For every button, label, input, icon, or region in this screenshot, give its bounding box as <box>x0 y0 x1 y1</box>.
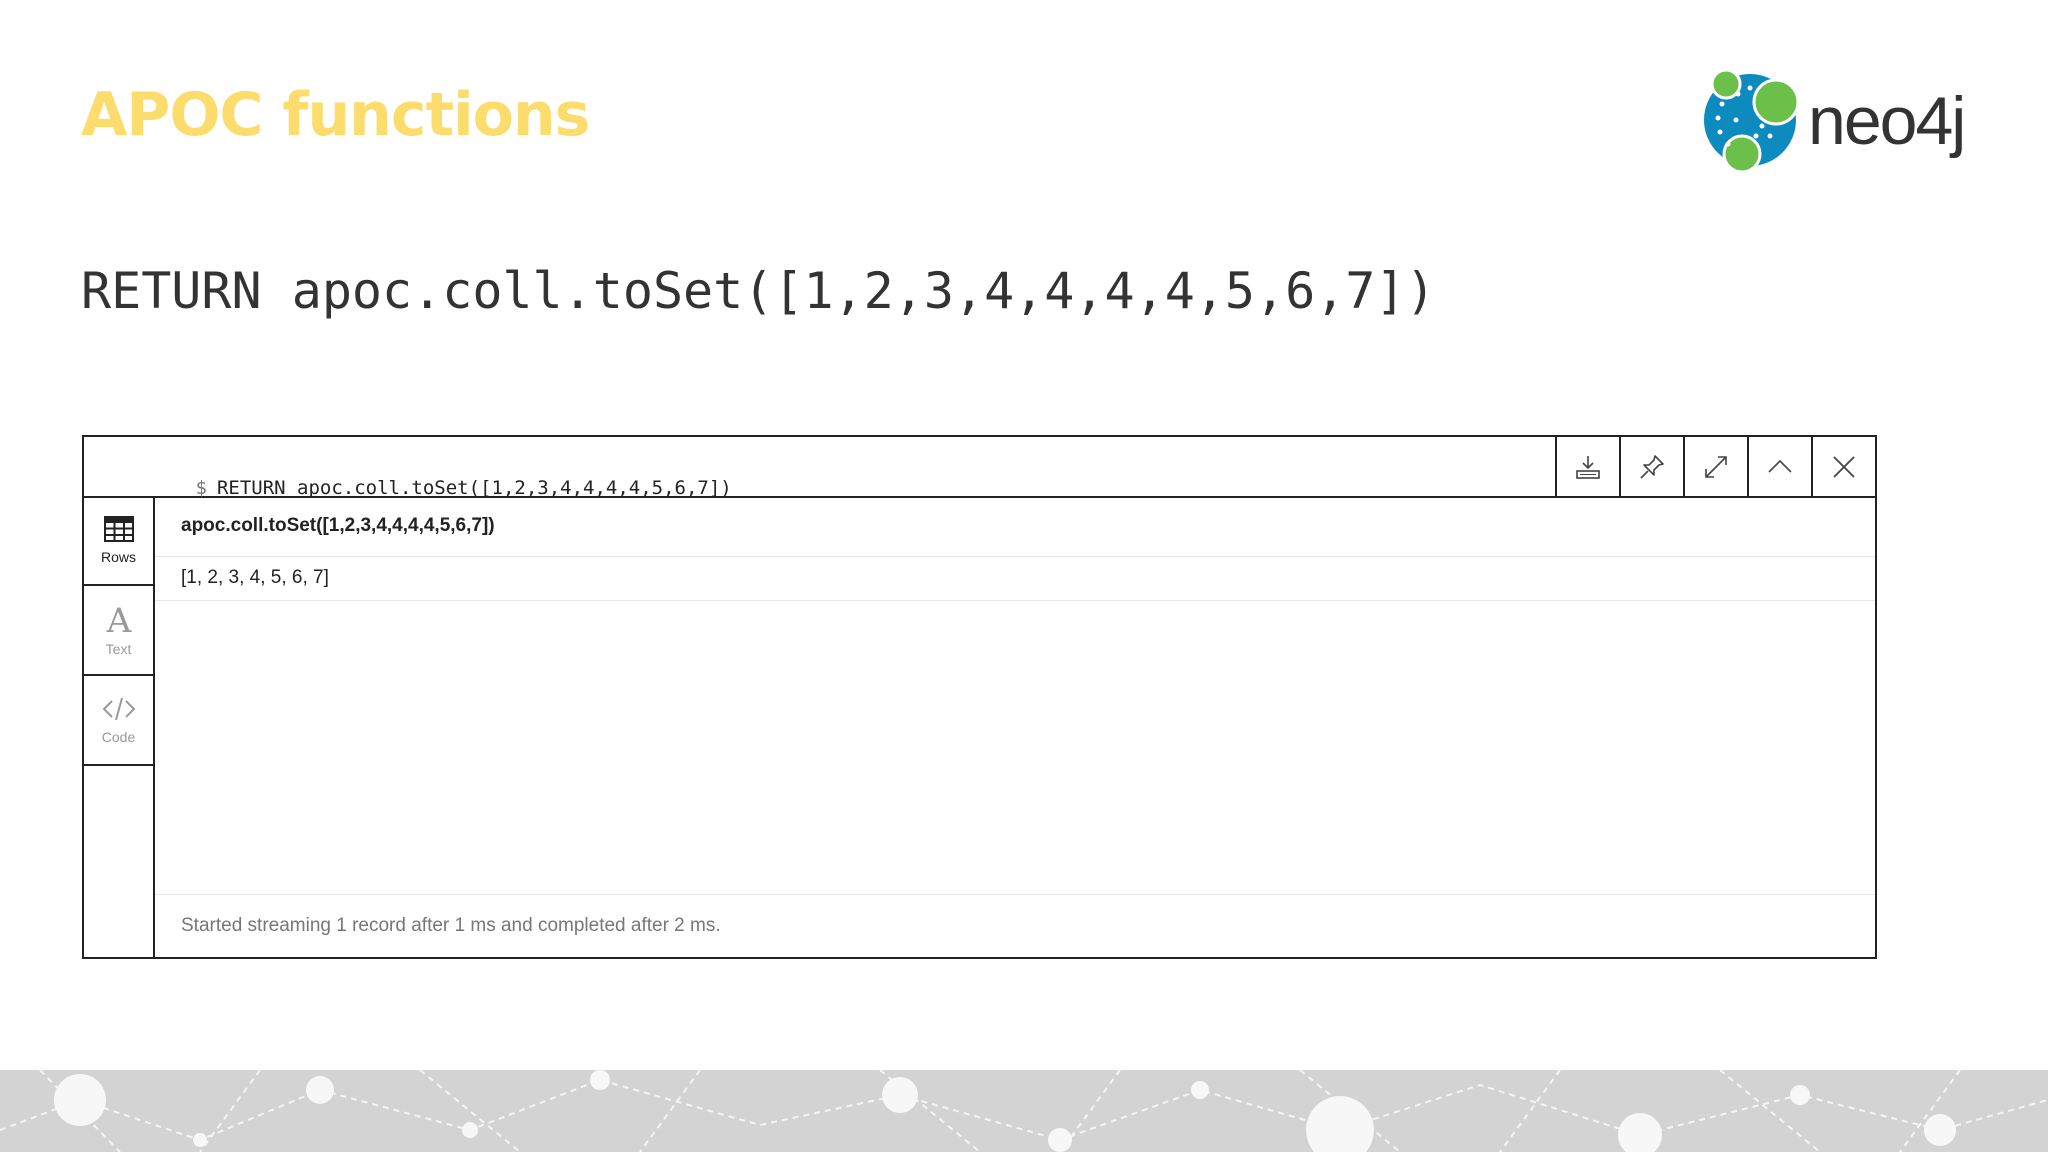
result-table: apoc.coll.toSet([1,2,3,4,4,4,4,5,6,7]) [… <box>155 496 1875 957</box>
neo4j-logo-text: neo4j <box>1808 83 1964 159</box>
svg-text:A: A <box>105 603 131 635</box>
neo4j-logo: neo4j <box>1700 64 2000 176</box>
frame-header: $ RETURN apoc.coll.toSet([1,2,3,4,4,4,4,5… <box>84 437 1875 499</box>
footer-graph-band <box>0 1070 2048 1152</box>
code-icon <box>102 697 135 721</box>
pin-button[interactable] <box>1619 437 1683 496</box>
text-icon: A <box>105 603 131 635</box>
slide-title: APOC functions <box>81 80 590 150</box>
tab-text[interactable]: A Text <box>84 586 153 676</box>
expand-icon <box>1705 455 1727 478</box>
table-icon <box>103 516 134 542</box>
tab-code[interactable]: Code <box>84 676 153 766</box>
column-header: apoc.coll.toSet([1,2,3,4,4,4,4,5,6,7]) <box>155 496 1875 557</box>
download-button[interactable] <box>1555 437 1619 496</box>
slide: APOC functions neo4j RETURN apoc.coll.to… <box>0 0 2048 1152</box>
table-row[interactable]: [1, 2, 3, 4, 5, 6, 7] <box>155 557 1875 601</box>
collapse-button[interactable] <box>1747 437 1811 496</box>
chevron-up-icon <box>1768 459 1792 473</box>
frame-toolbar <box>1555 437 1875 496</box>
tab-rows[interactable]: Rows <box>84 496 153 586</box>
neo4j-logo-graphic: neo4j <box>1704 68 1966 174</box>
query-text: RETURN apoc.coll.toSet([1,2,3,4,4,4,4,5,… <box>81 262 1436 320</box>
result-frame: $ RETURN apoc.coll.toSet([1,2,3,4,4,4,4,5… <box>82 435 1877 959</box>
status-message: Started streaming 1 record after 1 ms an… <box>155 894 1875 957</box>
close-icon <box>1833 455 1855 478</box>
fullscreen-button[interactable] <box>1683 437 1747 496</box>
tab-text-label: Text <box>105 641 132 657</box>
pin-icon <box>1640 454 1664 479</box>
download-icon <box>1576 455 1600 479</box>
close-button[interactable] <box>1811 437 1875 496</box>
graph-pattern-decoration <box>0 1070 2048 1152</box>
tab-rows-label: Rows <box>100 549 136 565</box>
tab-code-label: Code <box>101 729 136 745</box>
view-tabs: Rows A Text Code <box>84 496 155 957</box>
